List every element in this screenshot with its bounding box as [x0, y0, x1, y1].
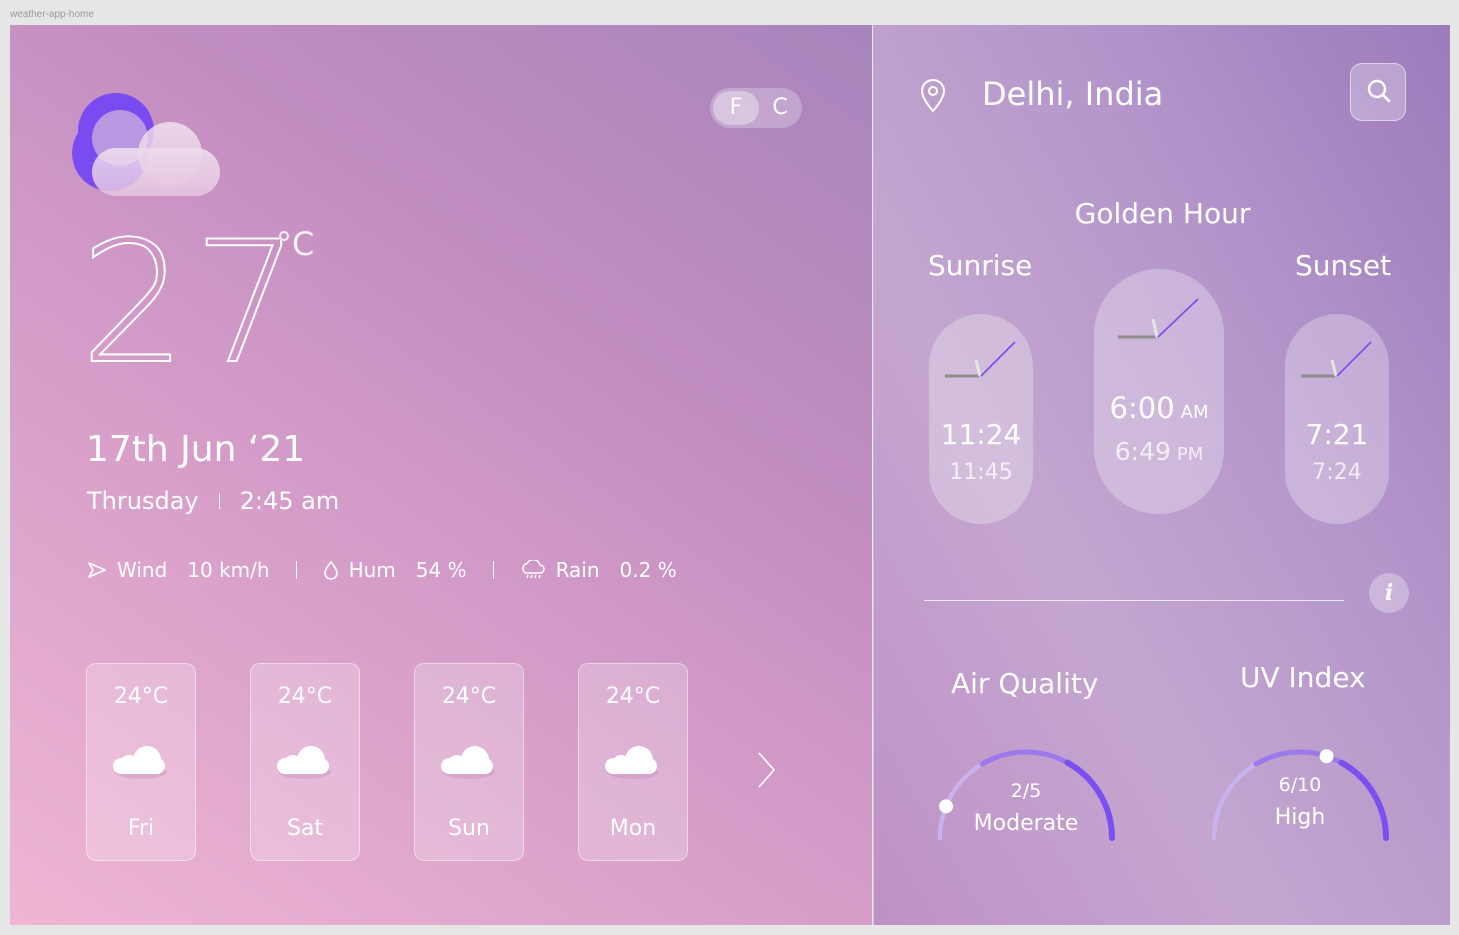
weekday: Thrusday: [87, 487, 199, 515]
sunset-pill: 7:21 7:24: [1285, 314, 1389, 524]
air-quality-level: Moderate: [973, 811, 1079, 836]
forecast-temp: 24°C: [441, 684, 497, 709]
air-quality-score: 2/5: [1010, 780, 1042, 802]
forecast-card-mon[interactable]: 24°C Mon: [578, 663, 688, 861]
forecast-card-sun[interactable]: 24°C Sun: [414, 663, 524, 861]
golden-hour-end: 6:49 PM: [1094, 437, 1224, 466]
celsius-option[interactable]: C: [762, 91, 798, 125]
sunrise-pill: 11:24 11:45: [929, 314, 1033, 524]
humidity-stat: Hum 54 %: [323, 558, 467, 582]
sunrise-label: Sunrise: [928, 249, 1033, 282]
uv-index-indicator-knob: [1319, 749, 1334, 764]
forecast-card-fri[interactable]: 24°C Fri: [86, 663, 196, 861]
forecast-day: Mon: [609, 816, 657, 841]
current-time: 2:45 am: [239, 487, 340, 515]
golden-hour-start: 6:00 AM: [1094, 391, 1224, 425]
droplet-icon: [323, 560, 338, 580]
golden-hour-pill: 6:00 AM 6:49 PM: [1094, 269, 1224, 514]
forecast-day: Sun: [448, 816, 490, 841]
sunset-label: Sunset: [1295, 249, 1392, 282]
air-quality-arc-segment: [979, 749, 1070, 767]
rain-stat: Rain 0.2 %: [520, 558, 677, 582]
info-button[interactable]: i: [1369, 573, 1409, 613]
pm-label: PM: [1176, 444, 1204, 465]
fahrenheit-option[interactable]: F: [713, 91, 759, 125]
forecast-temp: 24°C: [605, 684, 661, 709]
temperature-value: 27: [79, 205, 306, 401]
sunrise-time-sub: 11:45: [949, 460, 1013, 485]
section-divider: [924, 600, 1344, 601]
search-icon: [1367, 79, 1391, 103]
info-icon: i: [1384, 580, 1394, 606]
divider: [492, 561, 494, 579]
location-pin-icon: [920, 79, 946, 113]
clock-hands-icon: [1118, 298, 1199, 339]
location-name: Delhi, India: [982, 75, 1164, 113]
golden-hour-end-time: 6:49: [1114, 437, 1171, 466]
current-weather-panel: F C 27 °C 17th Jun ‘21 Thrusday 2:45 am …: [10, 25, 872, 925]
humidity-value: 54 %: [415, 558, 467, 582]
am-label: AM: [1180, 402, 1209, 423]
weekday-time: Thrusday 2:45 am: [87, 487, 339, 515]
weather-app-frame: F C 27 °C 17th Jun ‘21 Thrusday 2:45 am …: [10, 25, 1450, 925]
sunrise-time: 11:24: [940, 418, 1022, 451]
search-button[interactable]: [1350, 63, 1406, 121]
air-quality-title: Air Quality: [951, 667, 1099, 700]
current-date: 17th Jun ‘21: [86, 429, 306, 470]
temperature-unit: °C: [276, 225, 315, 264]
unit-toggle[interactable]: F C: [710, 88, 802, 128]
wind-label: Wind: [117, 558, 168, 582]
frame-label: weather-app-home: [10, 9, 94, 20]
divider: [295, 561, 297, 579]
chevron-right-icon[interactable]: [754, 750, 778, 790]
golden-hour-title: Golden Hour: [1074, 197, 1251, 230]
uv-index-level: High: [1274, 805, 1326, 830]
sunset-time: 7:21: [1305, 418, 1369, 451]
rain-value: 0.2 %: [619, 558, 677, 582]
uv-index-score: 6/10: [1278, 774, 1322, 796]
rain-cloud-icon: [521, 560, 545, 579]
uv-index-title: UV Index: [1240, 661, 1366, 694]
divider: [218, 493, 220, 509]
humidity-label: Hum: [348, 558, 396, 582]
forecast-temp: 24°C: [113, 684, 169, 709]
golden-hour-start-time: 6:00: [1109, 391, 1175, 425]
forecast-day: Sat: [286, 816, 324, 841]
cloud-icon: [441, 746, 495, 779]
sunset-time-sub: 7:24: [1312, 460, 1362, 485]
forecast-temp: 24°C: [277, 684, 333, 709]
wind-stat: Wind 10 km/h: [87, 558, 270, 582]
cloud-icon: [113, 746, 167, 779]
forecast-card-sat[interactable]: 24°C Sat: [250, 663, 360, 861]
cloud-icon: [277, 746, 331, 779]
weather-stats: Wind 10 km/h Hum 54 % Rain 0.2 %: [87, 558, 677, 582]
cloud-icon: [605, 746, 659, 779]
clock-hands-icon: [1301, 341, 1372, 378]
details-panel: Delhi, India Golden Hour Sunrise Sunset …: [873, 25, 1450, 925]
wind-arrow-icon: [88, 562, 106, 578]
forecast-day: Fri: [127, 816, 155, 841]
moon-cloud-icon: [72, 93, 220, 196]
clock-hands-icon: [945, 341, 1016, 378]
rain-label: Rain: [555, 558, 600, 582]
wind-value: 10 km/h: [187, 558, 270, 582]
